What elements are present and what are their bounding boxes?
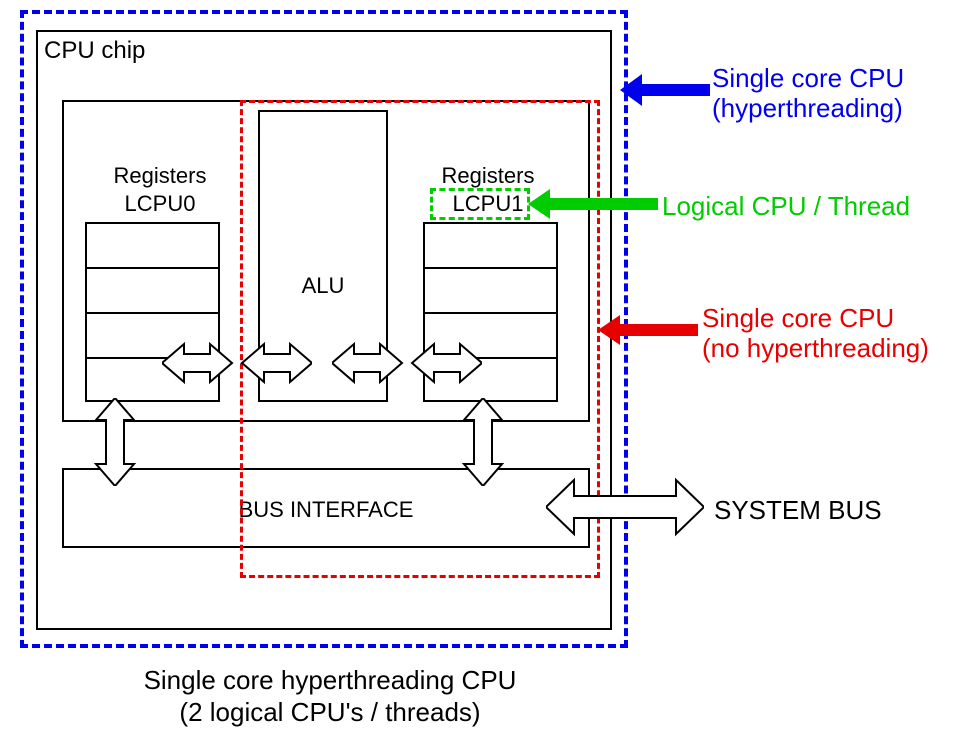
system-bus-label: SYSTEM BUS: [714, 494, 882, 527]
arrow-icon: [620, 70, 710, 110]
diagram-canvas: CPU chip Registers LCPU0 ALU Registers L…: [0, 0, 965, 754]
double-arrow-icon: [162, 336, 312, 390]
double-arrow-icon: [546, 474, 704, 540]
annot-red-1: Single core CPU: [702, 302, 894, 335]
reg0-row-divider: [85, 312, 220, 314]
annot-blue-2: (hyperthreading): [712, 92, 903, 125]
double-arrow-icon: [332, 336, 482, 390]
arrow-icon: [598, 312, 698, 348]
vertical-double-arrow-icon: [456, 398, 510, 486]
cpu-chip-label: CPU chip: [44, 36, 145, 66]
caption-line-2: (2 logical CPU's / threads): [90, 696, 570, 729]
annot-red-2: (no hyperthreading): [702, 332, 929, 365]
arrow-icon: [528, 186, 658, 222]
annot-green: Logical CPU / Thread: [662, 190, 910, 223]
caption-line-1: Single core hyperthreading CPU: [90, 664, 570, 697]
reg0-label-1: Registers: [100, 162, 220, 190]
vertical-double-arrow-icon: [88, 398, 142, 486]
reg0-label-2: LCPU0: [100, 190, 220, 218]
reg0-row-divider: [85, 267, 220, 269]
annot-blue-1: Single core CPU: [712, 62, 904, 95]
